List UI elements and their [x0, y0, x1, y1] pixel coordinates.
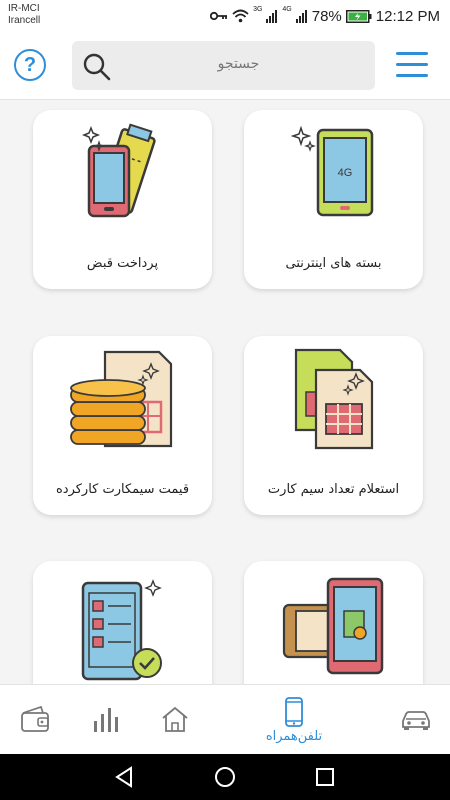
service-card-internet[interactable]: 4G بسته های اینترنتی: [244, 110, 423, 289]
service-card-sim-count[interactable]: استعلام تعداد سیم کارت: [244, 336, 423, 515]
phone-4g-icon: 4G: [290, 125, 374, 217]
service-card-used-sim-price[interactable]: قیمت سیمکارت کارکرده: [33, 336, 212, 515]
service-card-checklist[interactable]: [33, 561, 212, 684]
service-card-bill-payment[interactable]: پرداخت قبض: [33, 110, 212, 289]
search-icon: [83, 53, 111, 81]
system-navigation-bar: [0, 754, 450, 800]
nav-item-car[interactable]: [395, 685, 437, 755]
carrier-2: Irancell: [8, 15, 41, 26]
hamburger-menu-icon: [396, 52, 428, 77]
signal-icon-2: [295, 9, 307, 23]
nav-item-home[interactable]: [155, 685, 195, 755]
network-type-1: 3G: [253, 6, 263, 13]
search-placeholder: جستجو: [217, 56, 260, 72]
menu-button[interactable]: [396, 52, 428, 78]
app-header: ? جستجو: [0, 32, 450, 100]
network-type-2: 4G: [282, 6, 292, 13]
help-button[interactable]: ?: [14, 49, 46, 81]
service-label: قیمت سیمکارت کارکرده: [55, 482, 190, 497]
back-icon[interactable]: [113, 765, 135, 789]
phone-ticket-icon: [81, 123, 156, 218]
recents-icon[interactable]: [314, 765, 336, 789]
search-input[interactable]: جستجو: [72, 41, 375, 90]
question-circle-icon: ?: [23, 53, 37, 76]
status-bar: IR-MCI Irancell 3G 4G 78% 12:12 PM: [0, 0, 450, 32]
service-label: پرداخت قبض: [86, 256, 159, 271]
checklist-phone-icon: [81, 579, 162, 681]
services-grid: 4G بسته های اینترنتی پرداخت قبض استعلام …: [0, 101, 450, 684]
home-icon: [162, 706, 188, 732]
nav-item-mobile[interactable]: تلفن‌همراه: [254, 685, 334, 755]
home-circle-icon[interactable]: [213, 765, 237, 789]
carrier-1: IR-MCI: [8, 3, 40, 14]
coins-sim-icon: [70, 350, 173, 448]
battery-icon: [345, 9, 372, 23]
badge-4g: 4G: [338, 167, 353, 179]
status-icons: 3G 4G 78% 12:12 PM: [210, 6, 440, 26]
nav-label-mobile: تلفن‌همراه: [265, 728, 323, 744]
service-card-phone-tablet[interactable]: [244, 561, 423, 684]
sim-cards-icon: [294, 348, 374, 450]
nav-item-reports[interactable]: [86, 685, 126, 755]
service-label: بسته های اینترنتی: [285, 256, 382, 271]
nav-item-wallet[interactable]: [15, 685, 55, 755]
bottom-navigation: تلفن‌همراه: [0, 684, 450, 754]
phone-tablet-money-icon: [282, 577, 384, 675]
phone-icon: [285, 696, 303, 727]
wallet-icon: [21, 705, 49, 732]
wifi-icon: [232, 9, 249, 23]
carrier-names: IR-MCI Irancell: [8, 3, 40, 27]
signal-icon-1: [266, 9, 278, 23]
bar-chart-icon: [94, 708, 118, 732]
key-icon: [210, 11, 228, 21]
service-label: استعلام تعداد سیم کارت: [267, 482, 400, 497]
car-icon: [402, 711, 430, 730]
clock: 12:12 PM: [375, 7, 440, 25]
battery-percent: 78%: [311, 7, 342, 25]
